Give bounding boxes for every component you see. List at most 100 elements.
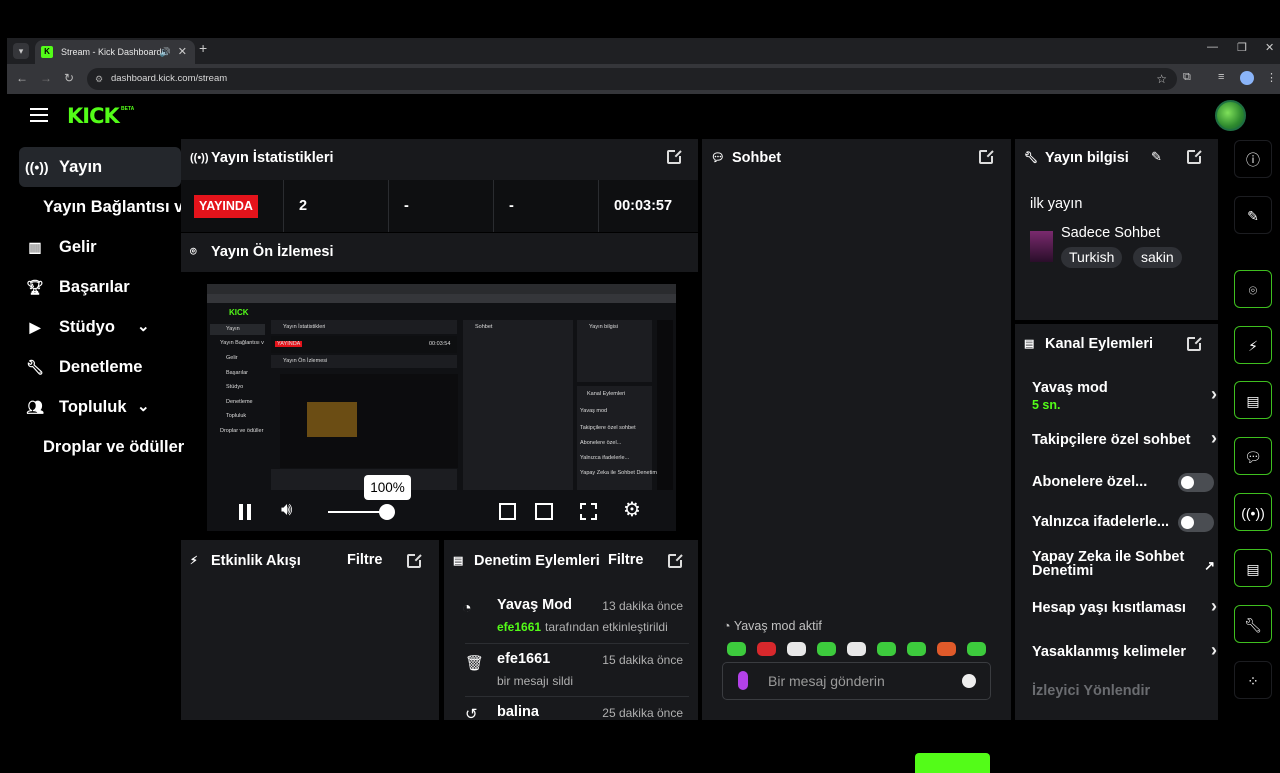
activity-filter-button[interactable]: Filtre	[347, 552, 382, 568]
edit-pencil-icon[interactable]: ✎	[1234, 196, 1272, 234]
popout-icon[interactable]	[407, 553, 422, 568]
beta-badge: BETA	[121, 106, 135, 112]
browser-tab[interactable]: K Stream - Kick Dashboard 🔊 ✕	[35, 40, 195, 64]
emote-icon[interactable]	[757, 642, 776, 656]
menu-dots-icon[interactable]: ⋮	[1266, 71, 1277, 84]
wrench-icon[interactable]: 🔧︎	[1234, 605, 1272, 643]
action-viewer-redirect[interactable]: İzleyici Yönlendir	[1023, 683, 1225, 705]
emote-icon[interactable]	[907, 642, 926, 656]
user-avatar[interactable]	[1215, 100, 1246, 131]
tag-chip[interactable]: Turkish	[1061, 247, 1123, 268]
reload-icon[interactable]: ↻	[64, 71, 74, 85]
action-slow-mode[interactable]: Yavaş mod 5 sn. ›	[1023, 380, 1225, 414]
volume-slider-handle[interactable]	[379, 504, 395, 520]
audio-icon[interactable]: 🔊	[160, 40, 171, 64]
volume-icon[interactable]: 🔊︎	[281, 499, 292, 520]
mini-chat-title: Sohbet	[475, 324, 493, 330]
popout-icon[interactable]	[979, 149, 994, 164]
emote-icon[interactable]	[937, 642, 956, 656]
bookmark-star-icon[interactable]: ☆	[1156, 68, 1167, 90]
profile-avatar[interactable]	[1240, 71, 1254, 85]
sidebar-item-revenue[interactable]: ▥ Gelir	[19, 227, 181, 267]
hamburger-menu-icon[interactable]	[30, 108, 48, 122]
popout-icon[interactable]	[1187, 149, 1202, 164]
sidebar-item-moderation[interactable]: 🔧︎ Denetleme	[19, 347, 181, 387]
close-window-button[interactable]: ✕	[1265, 41, 1274, 54]
preview-toggle-icon[interactable]: ⌾	[1234, 270, 1272, 308]
tab-search-button[interactable]: ▾	[13, 43, 29, 59]
stat-subs: -	[493, 180, 598, 232]
info-icon[interactable]: ⓘ	[1234, 140, 1272, 178]
community-icon: 👥︎	[26, 399, 44, 415]
trophy-icon: 🏆︎	[26, 279, 44, 295]
settings-gear-icon[interactable]: ⚙	[623, 497, 641, 522]
volume-slider[interactable]	[328, 511, 386, 513]
moderation-filter-button[interactable]: Filtre	[608, 552, 643, 568]
url-field[interactable]: ⚙ dashboard.kick.com/stream ☆	[87, 68, 1177, 90]
pause-icon[interactable]	[239, 504, 243, 520]
action-label: Takipçilere özel sohbet	[1032, 432, 1191, 448]
action-emotes-only: Yalnızca ifadelerle...	[1023, 513, 1225, 536]
mini-sidebar-item: Başarılar	[226, 370, 249, 376]
video-player[interactable]: KICK Yayın Yayın Bağlantısı v Gelir Başa…	[207, 284, 676, 531]
document-icon[interactable]: ▤	[1234, 381, 1272, 419]
theater-mode-icon[interactable]	[535, 503, 553, 520]
sidebar-item-drops[interactable]: Droplar ve ödüller	[19, 427, 184, 467]
close-tab-icon[interactable]: ✕	[178, 40, 187, 64]
chevron-down-icon[interactable]: ⌄	[137, 307, 150, 347]
emote-icon[interactable]	[787, 642, 806, 656]
subs-only-toggle[interactable]	[1178, 473, 1214, 492]
action-followers-only[interactable]: Takipçilere özel sohbet ›	[1023, 428, 1225, 454]
channel-actions-icon[interactable]: ▤	[1234, 549, 1272, 587]
category-thumbnail[interactable]	[1030, 231, 1053, 262]
emote-icon[interactable]	[847, 642, 866, 656]
media-control-icon[interactable]: ≡	[1218, 71, 1224, 83]
tag-chip[interactable]: sakin	[1133, 247, 1182, 268]
new-tab-button[interactable]: +	[199, 40, 207, 56]
action-age-restriction[interactable]: Hesap yaşı kısıtlaması ›	[1023, 596, 1225, 622]
emote-icon[interactable]	[727, 642, 746, 656]
popout-icon[interactable]	[668, 553, 683, 568]
kick-logo[interactable]: KICK	[67, 104, 120, 128]
chat-bubble-icon[interactable]: 💬︎	[1234, 437, 1272, 475]
sidebar-item-community[interactable]: 👥︎ Topluluk ⌄	[19, 387, 181, 427]
sidebar-item-stream[interactable]: ((•)) Yayın	[19, 147, 181, 187]
action-ai-moderation[interactable]: Yapay Zeka ile Sohbet Denetimi ↗	[1023, 550, 1225, 584]
chat-message-input[interactable]: Bir mesaj gönderin	[722, 662, 991, 700]
slow-mode-notice: ◔ Yavaş mod aktif	[723, 619, 822, 633]
maximize-button[interactable]: ❐	[1237, 41, 1247, 54]
stream-category[interactable]: Sadece Sohbet	[1061, 225, 1160, 241]
action-banned-words[interactable]: Yasaklanmış kelimeler ›	[1023, 640, 1225, 666]
popout-icon[interactable]	[667, 149, 682, 164]
microphone-icon[interactable]	[738, 671, 748, 690]
address-bar-row: ← → ↻ ⚙ dashboard.kick.com/stream ☆ ⧉ ≡ …	[7, 64, 1280, 94]
site-info-icon[interactable]: ⚙	[95, 68, 103, 90]
popout-icon[interactable]	[1187, 336, 1202, 351]
forward-icon[interactable]: →	[40, 71, 52, 85]
sidebar-item-studio[interactable]: ▶ Stüdyo ⌄	[19, 307, 181, 347]
minimize-button[interactable]: —	[1207, 41, 1218, 53]
back-icon[interactable]: ←	[16, 71, 28, 85]
channel-actions-panel: ▤ Kanal Eylemleri Yavaş mod 5 sn. › Taki…	[1015, 324, 1218, 720]
pip-icon[interactable]	[499, 503, 516, 520]
chevron-down-icon[interactable]: ⌄	[137, 387, 150, 427]
item-user-link[interactable]: efe1661	[497, 620, 541, 634]
sidebar-item-label: Topluluk	[59, 398, 127, 416]
extensions-icon[interactable]: ⧉	[1183, 71, 1191, 84]
sidebar-item-stream-link[interactable]: Yayın Bağlantısı v	[19, 187, 183, 227]
lightning-icon[interactable]: ⚡︎	[1234, 326, 1272, 364]
fullscreen-icon[interactable]	[580, 503, 597, 520]
sidebar-item-achievements[interactable]: 🏆︎ Başarılar	[19, 267, 181, 307]
mini-action: Takipçilere özel sohbet	[580, 425, 636, 431]
chat-send-button[interactable]	[915, 753, 990, 773]
emotes-only-toggle[interactable]	[1178, 513, 1214, 532]
edit-pencil-icon[interactable]: ✎	[1151, 149, 1162, 165]
item-time: 13 dakika önce	[602, 599, 683, 613]
more-widgets-icon[interactable]: ⁘	[1234, 661, 1272, 699]
mini-preview-title: Yayın Ön İzlemesi	[283, 358, 328, 364]
emoji-picker-icon[interactable]	[962, 674, 976, 688]
emote-icon[interactable]	[967, 642, 986, 656]
emote-icon[interactable]	[817, 642, 836, 656]
emote-icon[interactable]	[877, 642, 896, 656]
broadcast-icon[interactable]: ((•))	[1234, 493, 1272, 531]
